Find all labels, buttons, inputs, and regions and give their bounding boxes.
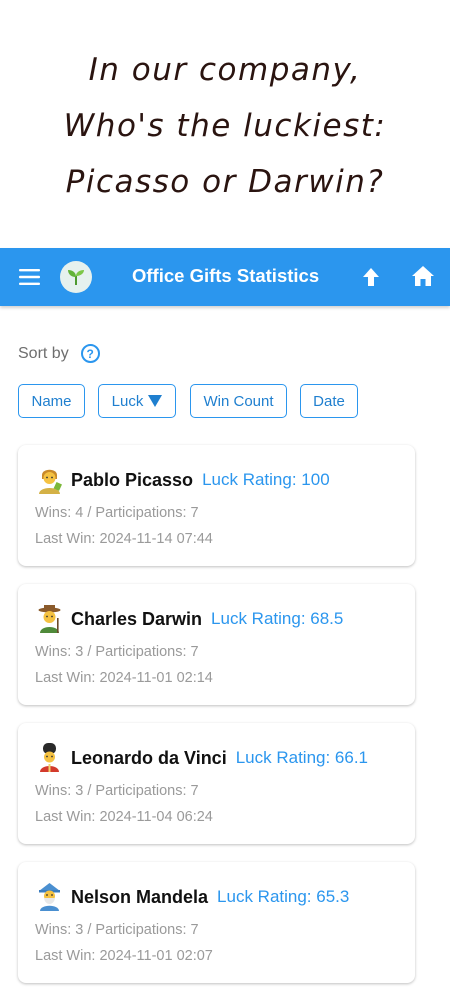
luck-rating: Luck Rating: 68.5 — [211, 609, 344, 628]
sort-label: Sort by — [18, 344, 69, 362]
luck-rating: Luck Rating: 65.3 — [217, 887, 350, 906]
person-name: Leonardo da Vinci — [71, 747, 227, 768]
farmer-avatar-icon — [36, 604, 63, 634]
last-win: Last Win: 2024-11-14 07:44 — [35, 531, 213, 547]
person-card[interactable]: Leonardo da Vinci Luck Rating: 66.1 Wins… — [18, 723, 415, 844]
win-stats: Wins: 3 / Participations: 7 — [35, 783, 199, 799]
last-win: Last Win: 2024-11-01 02:14 — [35, 670, 213, 686]
win-stats: Wins: 4 / Participations: 7 — [35, 505, 199, 521]
menu-icon[interactable] — [18, 266, 42, 288]
last-win: Last Win: 2024-11-01 02:07 — [35, 948, 213, 964]
artist-avatar-icon — [36, 465, 63, 495]
sort-date-button[interactable]: Date — [300, 384, 358, 418]
hero-line-3: Picasso or Darwin? — [65, 164, 385, 200]
sprout-logo-icon — [60, 261, 92, 293]
hero-heading: In our company, Who's the luckiest: Pica… — [0, 0, 450, 248]
sort-luck-button[interactable]: Luck — [98, 384, 176, 418]
sort-win-count-button[interactable]: Win Count — [190, 384, 287, 418]
mage-avatar-icon — [36, 882, 63, 912]
win-stats: Wins: 3 / Participations: 7 — [35, 644, 199, 660]
sort-name-button[interactable]: Name — [18, 384, 85, 418]
help-icon[interactable]: ? — [80, 344, 100, 363]
guard-avatar-icon — [36, 743, 63, 773]
sort-win-count-label: Win Count — [203, 392, 274, 410]
triangle-down-icon — [148, 395, 163, 407]
person-card[interactable]: Charles Darwin Luck Rating: 68.5 Wins: 3… — [18, 584, 415, 705]
person-name: Charles Darwin — [71, 608, 203, 629]
app-title: Office Gifts Statistics — [132, 265, 320, 286]
sort-name-label: Name — [31, 392, 72, 410]
sort-row: Sort by ? — [18, 344, 100, 363]
hero-line-2: Who's the luckiest: — [63, 108, 387, 144]
person-name: Pablo Picasso — [71, 469, 194, 490]
last-win: Last Win: 2024-11-04 06:24 — [35, 809, 213, 825]
person-card[interactable]: Nelson Mandela Luck Rating: 65.3 Wins: 3… — [18, 862, 415, 983]
app-bar: Office Gifts Statistics — [0, 248, 450, 306]
arrow-up-icon[interactable] — [359, 265, 383, 289]
sort-date-label: Date — [313, 392, 345, 410]
win-stats: Wins: 3 / Participations: 7 — [35, 922, 199, 938]
luck-rating: Luck Rating: 66.1 — [235, 748, 369, 767]
person-card[interactable]: Pablo Picasso Luck Rating: 100 Wins: 4 /… — [18, 445, 415, 566]
sort-luck-label: Luck — [111, 392, 144, 410]
luck-rating: Luck Rating: 100 — [202, 470, 330, 489]
hero-line-1: In our company, — [88, 52, 362, 88]
person-name: Nelson Mandela — [71, 886, 209, 907]
home-icon[interactable] — [410, 264, 436, 288]
